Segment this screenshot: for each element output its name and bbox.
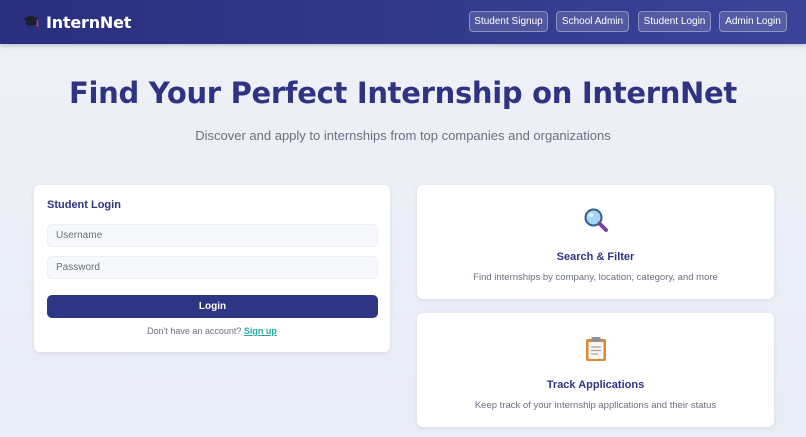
feature-title-search: Search & Filter [556,251,635,263]
clipboard-icon [586,337,606,361]
graduation-cap-icon [23,15,39,27]
feature-card-search: Search & Filter Find internships by comp… [417,185,774,299]
nav-student-login-button[interactable]: Student Login [638,11,711,32]
magnifying-glass-icon [584,208,608,232]
student-login-card: Student Login Login Don't have an accoun… [34,185,390,352]
login-card-title: Student Login [47,199,121,211]
top-navbar: InternNet Student Signup School Admin St… [0,0,806,44]
feature-desc-track: Keep track of your internship applicatio… [474,400,717,411]
signup-prompt-text: Don't have an account? [147,326,242,336]
password-input[interactable] [47,256,378,279]
nav-admin-login-button[interactable]: Admin Login [719,11,787,32]
feature-desc-search: Find internships by company, location, c… [473,272,718,283]
username-input[interactable] [47,224,378,247]
signup-prompt-line: Don't have an account? Sign up [34,326,390,336]
feature-card-track: Track Applications Keep track of your in… [417,313,774,427]
feature-title-track: Track Applications [546,379,645,391]
nav-school-admin-button[interactable]: School Admin [556,11,629,32]
brand-name: InternNet [46,12,132,32]
hero-subtitle: Discover and apply to internships from t… [195,128,611,143]
brand[interactable]: InternNet [22,11,131,33]
hero-title: Find Your Perfect Internship on InternNe… [69,76,737,110]
login-button[interactable]: Login [47,295,378,318]
nav-student-signup-button[interactable]: Student Signup [469,11,548,32]
signup-link[interactable]: Sign up [244,326,277,336]
